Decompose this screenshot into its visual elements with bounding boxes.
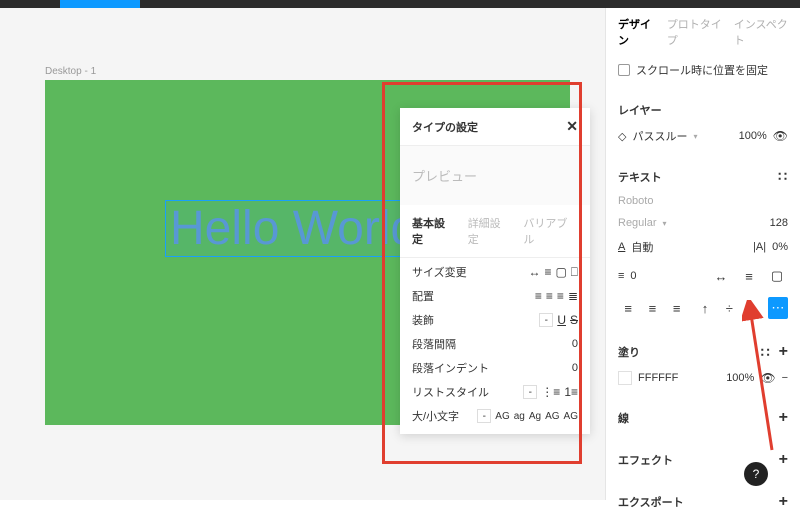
decoration-none-icon[interactable]: - xyxy=(539,313,553,327)
letter-spacing[interactable]: 0% xyxy=(772,241,788,253)
stroke-header: 線 xyxy=(618,410,629,426)
tab-variable[interactable]: バリアブル xyxy=(523,215,578,247)
case-upper-button[interactable]: AG xyxy=(495,411,509,422)
remove-fill-button[interactable]: − xyxy=(782,372,788,384)
type-settings-button[interactable]: ⋯ xyxy=(768,297,788,319)
h-align-center-icon[interactable]: ≡ xyxy=(546,289,553,303)
align-left-icon[interactable]: ≡ xyxy=(618,297,638,319)
type-panel-title: タイプの設定 xyxy=(412,119,478,135)
frame-label[interactable]: Desktop - 1 xyxy=(45,66,96,77)
align-label: 配置 xyxy=(412,288,434,304)
list-numbered-icon[interactable]: 1≡ xyxy=(564,385,578,399)
align-center-icon[interactable]: ≡ xyxy=(642,297,662,319)
font-family[interactable]: Roboto xyxy=(618,195,653,207)
paragraph-spacing-icon: ≡ xyxy=(618,270,624,282)
font-size[interactable]: 128 xyxy=(770,217,788,229)
type-settings-panel: タイプの設定 ✕ プレビュー 基本設定 詳細設定 バリアブル サイズ変更 ↔ ≡… xyxy=(400,108,590,434)
underline-icon[interactable]: U xyxy=(557,313,566,327)
add-stroke-button[interactable]: + xyxy=(779,409,788,427)
effects-header: エフェクト xyxy=(618,452,673,468)
pass-through-icon: ◇ xyxy=(618,130,626,143)
decoration-label: 装飾 xyxy=(412,312,434,328)
fill-header: 塗り xyxy=(618,344,640,360)
case-lower-button[interactable]: ag xyxy=(514,411,525,422)
case-none-icon[interactable]: - xyxy=(477,409,491,423)
letter-spacing-icon: |A| xyxy=(753,241,766,253)
para-indent-value[interactable]: 0 xyxy=(572,362,578,374)
font-weight[interactable]: Regular xyxy=(618,217,657,229)
type-preview: プレビュー xyxy=(400,146,590,205)
tab-basic[interactable]: 基本設定 xyxy=(412,215,456,247)
align-bottom-icon[interactable]: ↓ xyxy=(743,297,763,319)
help-button[interactable]: ? xyxy=(744,462,768,486)
resize-auto-height-icon[interactable]: ≡ xyxy=(544,265,551,279)
align-middle-icon[interactable]: ÷ xyxy=(719,297,739,319)
chevron-down-icon[interactable]: ▾ xyxy=(663,219,667,228)
fill-swatch[interactable] xyxy=(618,371,632,385)
inspector-sidebar: デザイン プロトタイプ インスペクト スクロール時に位置を固定 レイヤー ◇ パ… xyxy=(605,8,800,500)
add-export-button[interactable]: + xyxy=(779,493,788,511)
fill-opacity[interactable]: 100% xyxy=(726,372,754,384)
fix-scroll-label: スクロール時に位置を固定 xyxy=(636,62,768,78)
para-indent-label: 段落インデント xyxy=(412,360,489,376)
tab-inspect[interactable]: インスペクト xyxy=(734,16,788,48)
list-style-label: リストスタイル xyxy=(412,384,489,400)
add-fill-button[interactable]: + xyxy=(779,343,788,361)
chevron-down-icon[interactable]: ▾ xyxy=(693,132,697,141)
tab-prototype[interactable]: プロトタイプ xyxy=(667,16,722,48)
h-align-justify-icon[interactable]: ≣ xyxy=(568,289,578,303)
text-styles-icon[interactable]: ∷ xyxy=(778,168,788,185)
case-label: 大/小文字 xyxy=(412,408,459,424)
resize-fixed-icon[interactable]: ▢ xyxy=(555,265,566,279)
layer-header: レイヤー xyxy=(618,102,662,118)
layer-opacity[interactable]: 100% xyxy=(739,130,767,142)
para-spacing-value[interactable]: 0 xyxy=(572,338,578,350)
list-none-icon[interactable]: - xyxy=(523,385,537,399)
blend-mode[interactable]: パススルー xyxy=(632,128,687,144)
fixed-size-icon[interactable]: ▢ xyxy=(766,265,788,287)
line-height[interactable]: 自動 xyxy=(631,239,653,255)
align-top-icon[interactable]: ↑ xyxy=(695,297,715,319)
text-header: テキスト xyxy=(618,169,662,185)
auto-height-icon[interactable]: ≡ xyxy=(738,265,760,287)
h-align-right-icon[interactable]: ≡ xyxy=(557,289,564,303)
fill-hex[interactable]: FFFFFF xyxy=(638,372,678,384)
case-smallcaps-button[interactable]: AG xyxy=(545,411,559,422)
tab-advanced[interactable]: 詳細設定 xyxy=(468,215,512,247)
list-bullet-icon[interactable]: ⋮≡ xyxy=(541,385,560,399)
visibility-icon[interactable]: 👁 xyxy=(773,129,788,143)
resize-label: サイズ変更 xyxy=(412,264,467,280)
para-spacing-label: 段落間隔 xyxy=(412,336,456,352)
fill-visibility-icon[interactable]: 👁 xyxy=(760,371,775,385)
line-height-icon: A xyxy=(618,241,625,253)
add-effect-button[interactable]: + xyxy=(779,451,788,469)
auto-width-icon[interactable]: ↔ xyxy=(710,265,732,287)
top-toolbar xyxy=(0,0,800,8)
align-right-icon[interactable]: ≡ xyxy=(667,297,687,319)
export-header: エクスポート xyxy=(618,494,684,510)
paragraph-spacing[interactable]: 0 xyxy=(630,270,636,282)
fix-scroll-checkbox[interactable] xyxy=(618,64,630,76)
sidebar-tabs: デザイン プロトタイプ インスペクト xyxy=(618,16,788,48)
resize-truncate-icon[interactable]: ⎕ xyxy=(571,265,578,280)
close-icon[interactable]: ✕ xyxy=(566,118,578,135)
h-align-left-icon[interactable]: ≡ xyxy=(535,289,542,303)
tab-design[interactable]: デザイン xyxy=(618,16,655,48)
resize-auto-width-icon[interactable]: ↔ xyxy=(528,265,540,279)
case-forced-smallcaps-button[interactable]: AG xyxy=(564,411,578,422)
strikethrough-icon[interactable]: S xyxy=(570,313,578,327)
fill-styles-icon[interactable]: ∷ xyxy=(761,344,771,361)
selected-text[interactable]: Hello World xyxy=(165,200,422,257)
case-title-button[interactable]: Ag xyxy=(529,411,541,422)
